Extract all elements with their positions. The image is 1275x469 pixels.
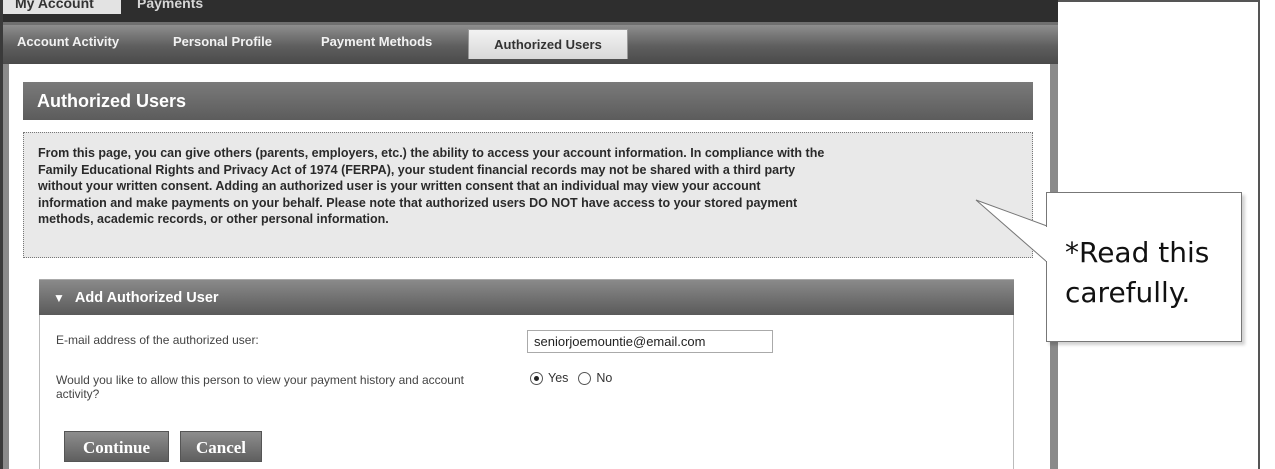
radio-yes-label[interactable]: Yes (548, 371, 568, 385)
notice-line: methods, academic records, or other pers… (38, 212, 389, 226)
notice-line: From this page, you can give others (par… (38, 146, 825, 160)
page-title: Authorized Users (23, 82, 1033, 120)
notice-line: without your written consent. Adding an … (38, 179, 761, 193)
section-title: Add Authorized User (74, 290, 219, 306)
subtab-payment-methods[interactable]: Payment Methods (321, 34, 432, 49)
triangle-down-icon: ▼ (53, 291, 65, 305)
read-carefully-callout: *Read this carefully. (1046, 192, 1242, 342)
sub-nav: Account Activity Personal Profile Paymen… (3, 22, 1058, 64)
subtab-authorized-users[interactable]: Authorized Users (468, 29, 628, 59)
notice-line: information and make payments on your be… (38, 195, 798, 210)
add-user-form: E-mail address of the authorized user: W… (39, 315, 1014, 469)
view-permission-label: Would you like to allow this person to v… (56, 373, 464, 401)
radio-no-label[interactable]: No (596, 371, 612, 385)
tab-my-account[interactable]: My Account (3, 0, 121, 14)
email-field[interactable] (527, 330, 773, 353)
ferpa-notice: From this page, you can give others (par… (23, 132, 1033, 258)
radio-no[interactable] (578, 371, 592, 385)
notice-line: Family Educational Rights and Privacy Ac… (38, 162, 796, 177)
subtab-personal-profile[interactable]: Personal Profile (173, 34, 272, 49)
continue-button[interactable]: Continue (64, 431, 169, 462)
email-label: E-mail address of the authorized user: (56, 333, 259, 347)
radio-yes[interactable] (530, 371, 543, 385)
callout-line: *Read this (1065, 236, 1210, 269)
frame-border-right (1258, 0, 1260, 469)
callout-line: carefully. (1065, 276, 1191, 309)
add-user-section-header[interactable]: ▼ Add Authorized User (39, 279, 1014, 315)
view-permission-radio-group: Yes No (530, 371, 622, 385)
main-content: Authorized Users From this page, you can… (3, 64, 1058, 469)
cancel-button[interactable]: Cancel (180, 431, 262, 462)
subtab-account-activity[interactable]: Account Activity (17, 34, 119, 49)
top-nav: My Account Payments (3, 0, 1058, 22)
tab-payments[interactable]: Payments (125, 0, 215, 14)
